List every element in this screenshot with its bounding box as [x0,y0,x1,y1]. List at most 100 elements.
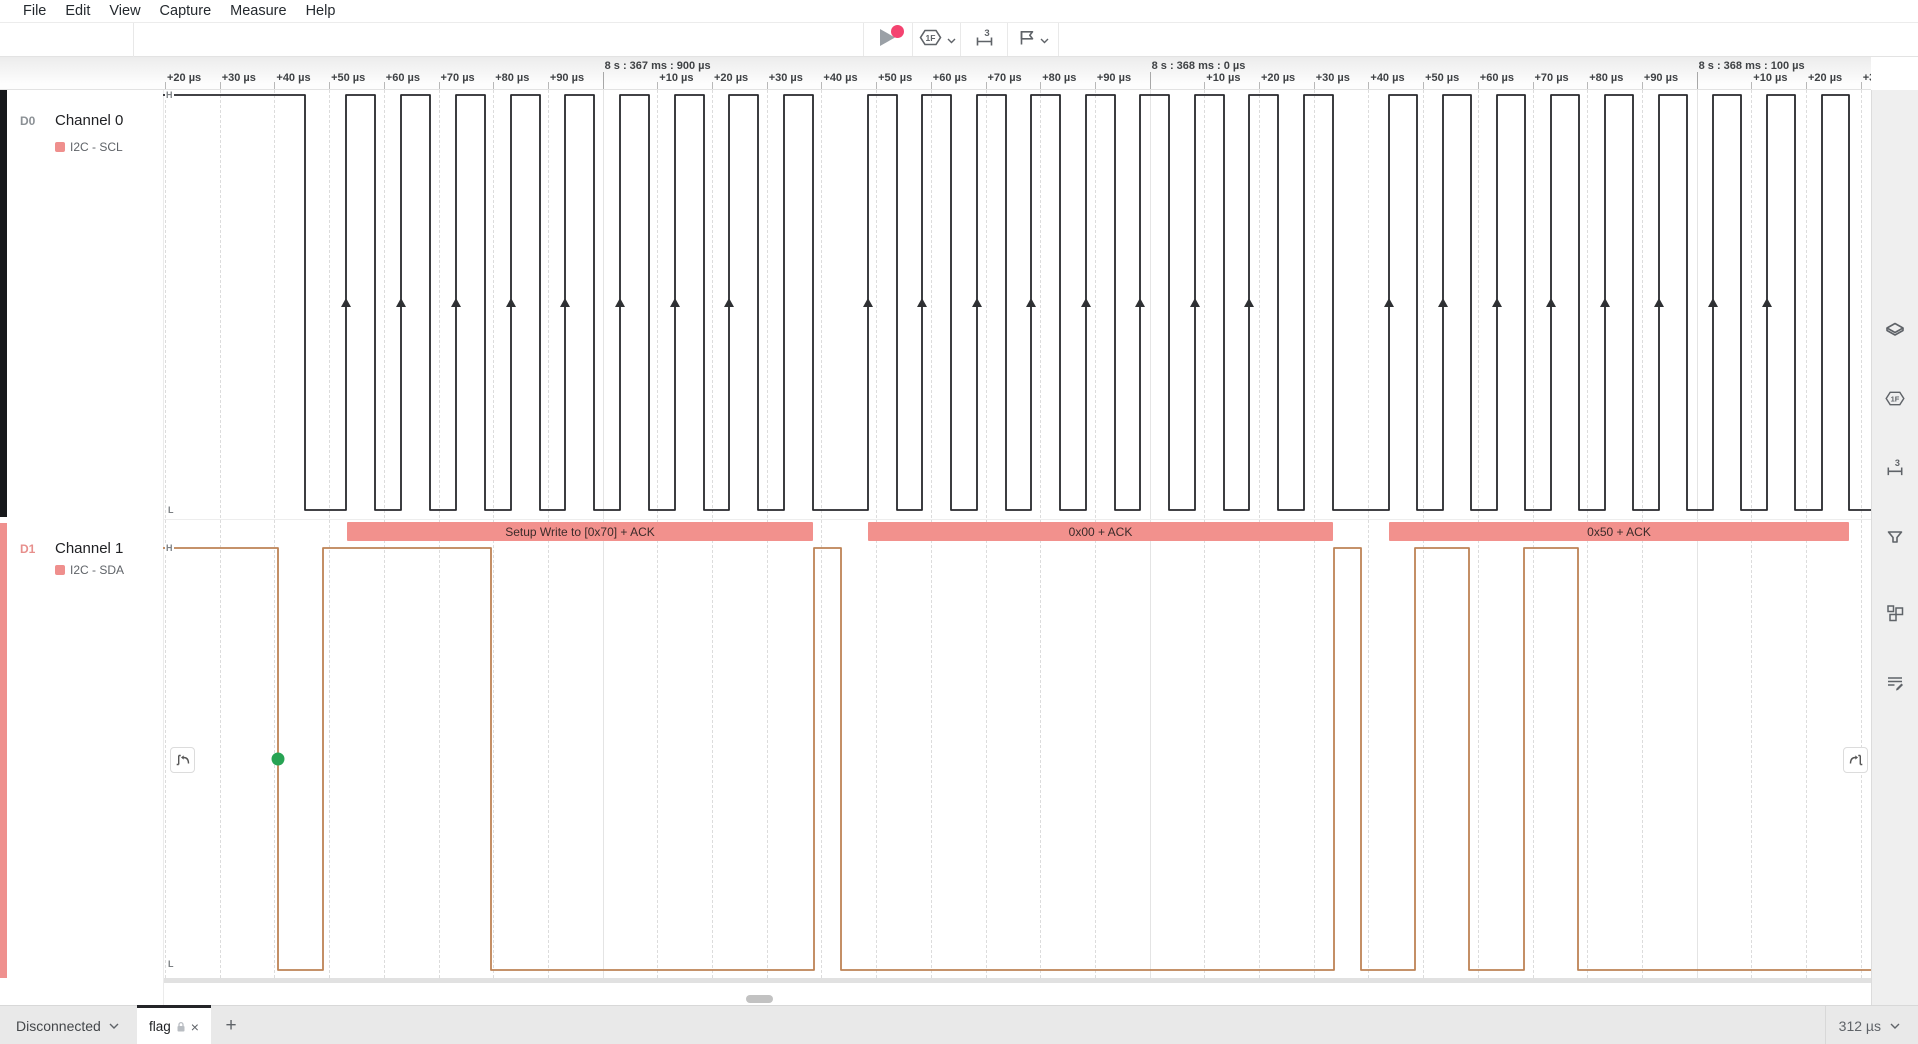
timeline-major-label: 8 s : 368 ms : 100 µs [1699,60,1805,72]
analyzer-color-swatch [55,565,65,575]
i2c-annotation[interactable]: 0x50 + ACK [1389,522,1849,541]
notes-button[interactable] [1884,672,1906,694]
gridline [220,90,221,978]
analyzer-color-swatch [55,142,65,152]
menu-edit[interactable]: Edit [62,3,93,19]
jump-next-edge-button[interactable] [1843,747,1868,773]
timeline-tick [1314,82,1315,89]
timeline-tick [767,82,768,89]
horizontal-scrollbar-thumb[interactable] [746,995,773,1003]
timeline-tick [1259,82,1260,89]
timing-display-dropdown[interactable]: 312 µs [1839,1006,1900,1044]
timeline-minor-label: +90 µs [1644,72,1678,84]
timeline-minor-label: +50 µs [1425,72,1459,84]
jump-next-edge-icon [1848,752,1864,768]
i2c-annotation[interactable]: Setup Write to [0x70] + ACK [347,522,813,541]
annotations-flag-icon [1885,528,1905,548]
jump-prev-edge-button[interactable] [170,747,195,773]
timeline-minor-label: +60 µs [933,72,967,84]
timeline-tick [165,82,166,89]
menu-view[interactable]: View [106,3,143,19]
chevron-down-icon [947,31,956,49]
gridline [1368,90,1369,978]
timeline-minor-label: +10 µs [1753,72,1787,84]
chevron-down-icon [1040,31,1049,49]
annotations-flag-button[interactable] [1884,527,1906,549]
timeline-tick [1806,82,1807,89]
flag-icon [1017,28,1036,52]
timeline-ruler[interactable]: +20 µs+30 µs+40 µs+50 µs+60 µs+70 µs+80 … [0,57,1871,90]
timeline-tick [1697,72,1698,89]
timeline-tick [1642,82,1643,89]
timeline-tick [1423,82,1424,89]
timeline-tick [1478,82,1479,89]
timing-display-value: 312 µs [1839,1018,1881,1034]
menu-help[interactable]: Help [303,3,339,19]
measurements-button[interactable]: 3 [960,23,1007,56]
timeline-minor-label: +70 µs [1535,72,1569,84]
timeline-minor-label: +90 µs [550,72,584,84]
timeline-minor-label: +30 µs [222,72,256,84]
timeline-minor-label: +30 µs [769,72,803,84]
timeline-tick [1040,82,1041,89]
gridline [329,90,330,978]
measurements-button[interactable]: 3 [1884,456,1906,478]
timeline-minor-label: +90 µs [1097,72,1131,84]
extensions-button[interactable] [1884,602,1906,624]
timeline-tick [1751,82,1752,89]
menu-bar: File Edit View Capture Measure Help [0,0,1918,23]
timeline-tick [821,82,822,89]
svg-text:1F: 1F [1891,394,1900,403]
timeline-minor-label: +60 µs [386,72,420,84]
low-level-label: L [167,959,175,969]
new-tab-button[interactable]: + [219,1006,243,1044]
timeline-tick [1533,82,1534,89]
timeline-major-label: 8 s : 367 ms : 900 µs [605,60,711,72]
run-capture-button[interactable] [863,23,912,56]
channel-name[interactable]: Channel 1 [55,540,123,557]
timeline-tick [1095,82,1096,89]
timeline-tick [274,82,275,89]
annotations-button[interactable] [1007,23,1059,56]
capture-status-dot-icon [891,25,904,38]
extensions-icon [1885,603,1905,623]
i2c-annotation[interactable]: 0x00 + ACK [868,522,1333,541]
timeline-tick [876,82,877,89]
analyzer-label[interactable]: I2C - SDA [70,563,124,577]
gridline [1861,90,1862,978]
timeline-minor-label: +70 µs [441,72,475,84]
svg-text:3: 3 [1895,458,1900,468]
chevron-down-icon [109,1023,119,1029]
toolbar: 1F 3 [0,23,1918,57]
timeline-minor-label: +30 µs [1863,72,1871,84]
timeline-minor-label: +70 µs [988,72,1022,84]
menu-file[interactable]: File [20,3,49,19]
timeline-tick [1150,72,1151,89]
timeline-tick [1587,82,1588,89]
radix-display-button[interactable]: 1F [912,23,960,56]
menu-capture[interactable]: Capture [157,3,215,19]
wave-area-bottom-band [0,978,1871,983]
timeline-tick [384,82,385,89]
capture-layers-button[interactable] [1884,319,1906,341]
channel-strip-d0 [0,90,7,517]
menu-measure[interactable]: Measure [227,3,289,19]
hex-display-button[interactable]: 1F [1884,387,1906,409]
timeline-tick [603,72,604,89]
analyzer-label[interactable]: I2C - SCL [70,140,123,154]
timeline-tick [1861,82,1862,89]
channel-id-d0: D0 [20,114,35,128]
timeline-tick [493,82,494,89]
close-icon[interactable]: × [191,1020,199,1034]
lock-icon [176,1021,186,1033]
svg-text:3: 3 [984,28,989,39]
timeline-minor-label: +20 µs [714,72,748,84]
waveform-area[interactable] [0,90,1871,1005]
tab-flag[interactable]: flag × [137,1005,211,1044]
gridline [165,90,166,978]
timeline-minor-label: +40 µs [823,72,857,84]
device-status-dropdown[interactable]: Disconnected [16,1006,119,1044]
channel-panel: D0Channel 0I2C - SCLD1Channel 1I2C - SDA [0,90,163,1005]
channel-name[interactable]: Channel 0 [55,112,123,129]
timeline-tick [439,82,440,89]
